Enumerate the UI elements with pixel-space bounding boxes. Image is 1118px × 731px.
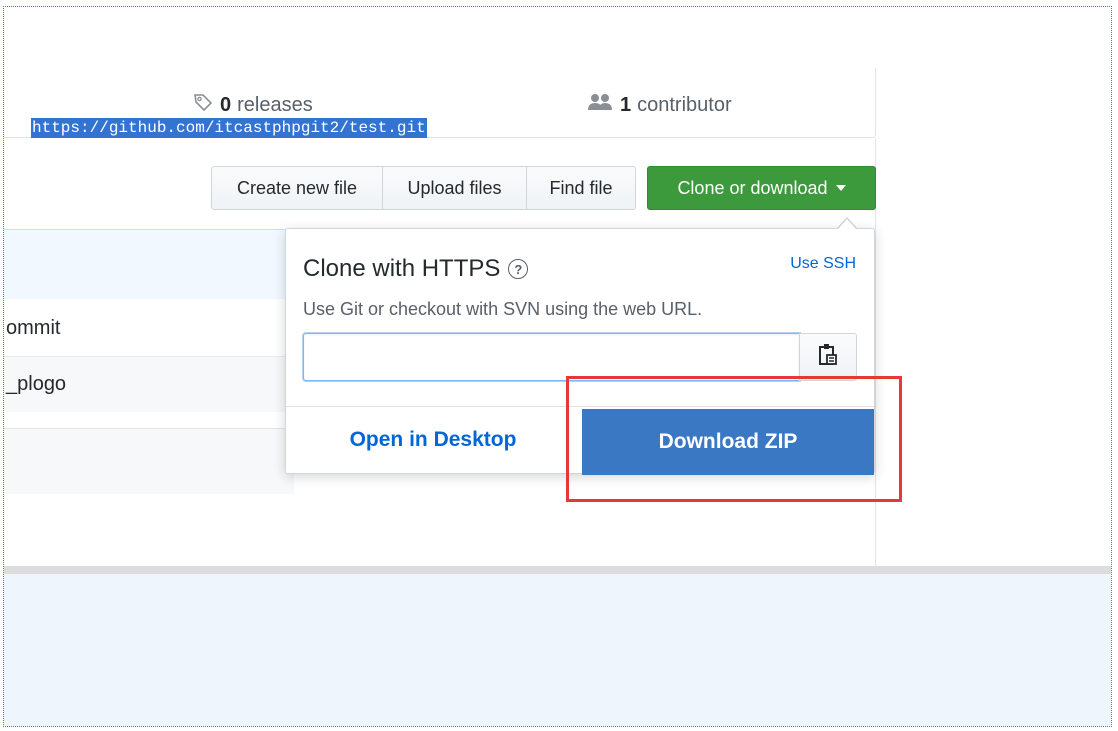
- open-in-desktop-button[interactable]: Open in Desktop: [286, 407, 580, 473]
- download-zip-highlight-box: [566, 376, 902, 502]
- popover-title: Clone with HTTPS ?: [303, 255, 529, 283]
- tag-icon: [192, 91, 214, 119]
- section-divider: [4, 566, 1111, 574]
- popover-description: Use Git or checkout with SVN using the w…: [303, 299, 703, 319]
- contributors-link[interactable]: 1 contributor: [586, 91, 732, 119]
- popover-arrow-fill: [838, 219, 856, 229]
- releases-link[interactable]: 0 releases: [192, 91, 313, 119]
- readme-header: [4, 428, 294, 494]
- file-actions-group: Create new file Upload files Find file: [211, 166, 636, 210]
- file-row[interactable]: ommit: [4, 300, 294, 356]
- clipboard-icon: [818, 343, 838, 372]
- contributors-count: 1: [620, 93, 632, 116]
- copy-url-button[interactable]: [799, 333, 857, 381]
- clone-or-download-label: Clone or download: [677, 177, 828, 198]
- file-row-text: ommit: [6, 316, 61, 339]
- file-row[interactable]: _plogo: [4, 356, 294, 412]
- upload-files-button[interactable]: Upload files: [382, 166, 527, 210]
- file-row-text: _plogo: [6, 373, 67, 395]
- clone-or-download-button[interactable]: Clone or download: [647, 166, 876, 210]
- clone-url-selection: https://github.com/itcastphpgit2/test.gi…: [31, 118, 427, 138]
- find-file-button[interactable]: Find file: [526, 166, 636, 210]
- caret-down-icon: [835, 185, 846, 191]
- contributors-label: contributor: [637, 93, 732, 116]
- bottom-panel: [4, 574, 1111, 726]
- people-icon: [586, 91, 614, 119]
- commit-header: [4, 229, 294, 299]
- clone-url-input[interactable]: [303, 333, 800, 381]
- releases-label: releases: [237, 93, 313, 116]
- question-icon[interactable]: ?: [508, 259, 529, 279]
- popover-title-text: Clone with HTTPS: [303, 255, 501, 282]
- releases-count: 0: [220, 93, 232, 116]
- create-new-file-button[interactable]: Create new file: [211, 166, 383, 210]
- use-ssh-link[interactable]: Use SSH: [790, 255, 856, 273]
